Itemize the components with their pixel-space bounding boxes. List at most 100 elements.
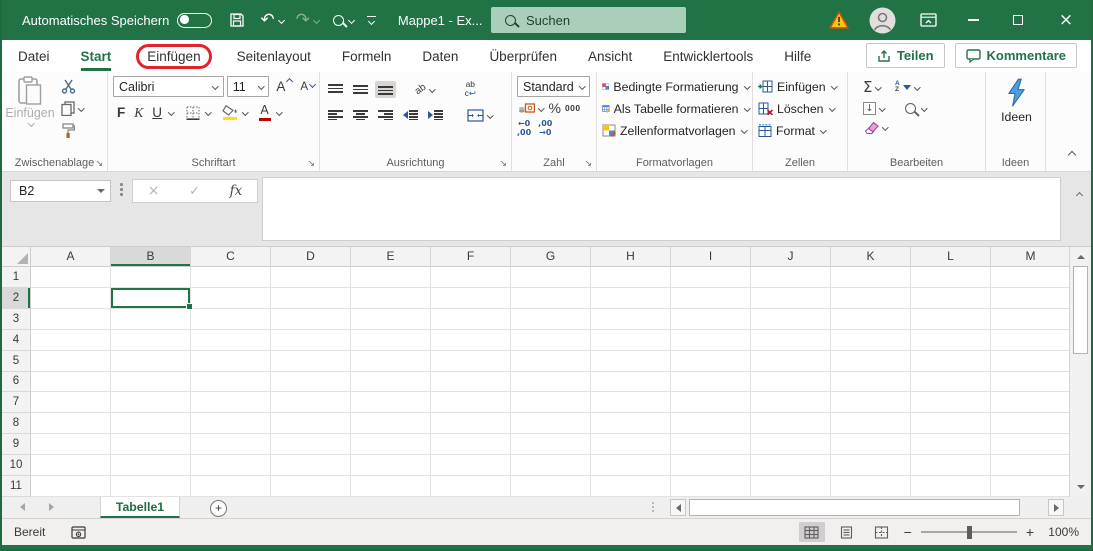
copy-button[interactable] xyxy=(58,99,87,118)
cell-C2[interactable] xyxy=(191,287,271,309)
align-center-button[interactable] xyxy=(350,107,371,123)
cell-B11[interactable] xyxy=(111,476,191,497)
tab-ueberpruefen[interactable]: Überprüfen xyxy=(489,49,557,64)
cell-I1[interactable] xyxy=(671,267,751,288)
column-header-A[interactable]: A xyxy=(31,247,111,267)
format-cells-button[interactable]: Format xyxy=(758,120,844,141)
cell-H11[interactable] xyxy=(591,476,671,497)
cell-M7[interactable] xyxy=(991,392,1069,414)
sheet-tab-tabelle1[interactable]: Tabelle1 xyxy=(100,497,180,518)
shrink-font-button[interactable]: A xyxy=(296,80,316,94)
cell-B7[interactable] xyxy=(111,392,191,414)
font-color-dropdown-chevron-icon[interactable] xyxy=(275,109,282,116)
merge-center-button[interactable] xyxy=(464,107,496,124)
account-avatar[interactable] xyxy=(859,0,905,40)
cell-C10[interactable] xyxy=(191,455,271,477)
cell-D9[interactable] xyxy=(271,434,351,456)
cell-J1[interactable] xyxy=(751,267,831,288)
column-header-L[interactable]: L xyxy=(911,247,991,267)
cell-C7[interactable] xyxy=(191,392,271,414)
tab-hilfe[interactable]: Hilfe xyxy=(784,49,811,64)
cell-I2[interactable] xyxy=(671,287,751,309)
ribbon-display-options-button[interactable] xyxy=(905,0,951,40)
cell-F5[interactable] xyxy=(431,350,511,372)
cell-F7[interactable] xyxy=(431,392,511,414)
zoom-out-button[interactable]: − xyxy=(904,524,912,540)
column-header-H[interactable]: H xyxy=(591,247,671,267)
alignment-dialog-launcher[interactable]: ↘ xyxy=(499,159,507,169)
cell-I5[interactable] xyxy=(671,350,751,372)
cell-J11[interactable] xyxy=(751,476,831,497)
italic-button[interactable]: K xyxy=(130,104,147,122)
cell-G2[interactable] xyxy=(511,287,591,309)
cell-K3[interactable] xyxy=(831,308,911,330)
cell-F2[interactable] xyxy=(431,287,511,309)
cell-I3[interactable] xyxy=(671,308,751,330)
underline-button[interactable]: U xyxy=(148,104,166,121)
cell-B10[interactable] xyxy=(111,455,191,477)
conditional-formatting-button[interactable]: Bedingte Formatierung xyxy=(602,76,750,97)
cell-L11[interactable] xyxy=(911,476,991,497)
zoom-in-button[interactable]: + xyxy=(1026,524,1034,540)
cell-E1[interactable] xyxy=(351,267,431,288)
cell-H5[interactable] xyxy=(591,350,671,372)
cell-M2[interactable] xyxy=(991,287,1069,309)
cell-L7[interactable] xyxy=(911,392,991,414)
cell-E3[interactable] xyxy=(351,308,431,330)
cell-L5[interactable] xyxy=(911,350,991,372)
tab-einfuegen[interactable]: Einfügen xyxy=(136,43,212,69)
paste-button[interactable]: Einfügen xyxy=(5,76,55,140)
row-header-10[interactable]: 10 xyxy=(2,455,31,477)
select-all-corner[interactable] xyxy=(2,247,31,267)
cell-L8[interactable] xyxy=(911,413,991,435)
cell-A6[interactable] xyxy=(31,371,111,393)
save-button[interactable] xyxy=(229,12,245,28)
cell-D4[interactable] xyxy=(271,329,351,351)
cell-E2[interactable] xyxy=(351,287,431,309)
tab-datei[interactable]: Datei xyxy=(18,49,50,64)
cell-C6[interactable] xyxy=(191,371,271,393)
cell-K9[interactable] xyxy=(831,434,911,456)
cell-K2[interactable] xyxy=(831,287,911,309)
align-middle-button[interactable] xyxy=(350,81,371,98)
cell-M4[interactable] xyxy=(991,329,1069,351)
cell-K7[interactable] xyxy=(831,392,911,414)
cell-J5[interactable] xyxy=(751,350,831,372)
scrollbar-resize-handle[interactable] xyxy=(652,502,654,512)
cell-L1[interactable] xyxy=(911,267,991,288)
fill-button[interactable]: ↓ xyxy=(860,100,888,117)
insert-cells-button[interactable]: Einfügen xyxy=(758,76,844,97)
customize-toolbar-button[interactable] xyxy=(366,15,376,26)
cell-D11[interactable] xyxy=(271,476,351,497)
cell-E10[interactable] xyxy=(351,455,431,477)
cell-C9[interactable] xyxy=(191,434,271,456)
cell-H1[interactable] xyxy=(591,267,671,288)
increase-indent-button[interactable] xyxy=(425,107,446,123)
font-dialog-launcher[interactable]: ↘ xyxy=(307,159,315,169)
cell-G11[interactable] xyxy=(511,476,591,497)
cell-K4[interactable] xyxy=(831,329,911,351)
cell-C1[interactable] xyxy=(191,267,271,288)
cell-C3[interactable] xyxy=(191,308,271,330)
column-header-J[interactable]: J xyxy=(751,247,831,267)
number-dialog-launcher[interactable]: ↘ xyxy=(584,159,592,169)
tab-start[interactable]: Start xyxy=(80,48,112,71)
cell-K5[interactable] xyxy=(831,350,911,372)
align-right-button[interactable] xyxy=(375,107,396,123)
delete-cells-button[interactable]: Löschen xyxy=(758,98,844,119)
scroll-left-button[interactable] xyxy=(670,499,686,516)
row-header-11[interactable]: 11 xyxy=(2,476,31,497)
cell-E11[interactable] xyxy=(351,476,431,497)
cell-F8[interactable] xyxy=(431,413,511,435)
normal-view-button[interactable] xyxy=(798,522,825,542)
formula-input[interactable] xyxy=(262,177,1061,241)
borders-dropdown-chevron-icon[interactable] xyxy=(204,109,211,116)
align-bottom-button[interactable] xyxy=(375,80,396,98)
row-header-7[interactable]: 7 xyxy=(2,392,31,414)
vertical-scrollbar[interactable] xyxy=(1069,247,1091,497)
decrease-decimal-button[interactable]: ,00 →0 xyxy=(538,119,552,137)
cell-M11[interactable] xyxy=(991,476,1069,497)
cell-F6[interactable] xyxy=(431,371,511,393)
column-header-K[interactable]: K xyxy=(831,247,911,267)
percent-style-button[interactable]: % xyxy=(549,100,561,116)
